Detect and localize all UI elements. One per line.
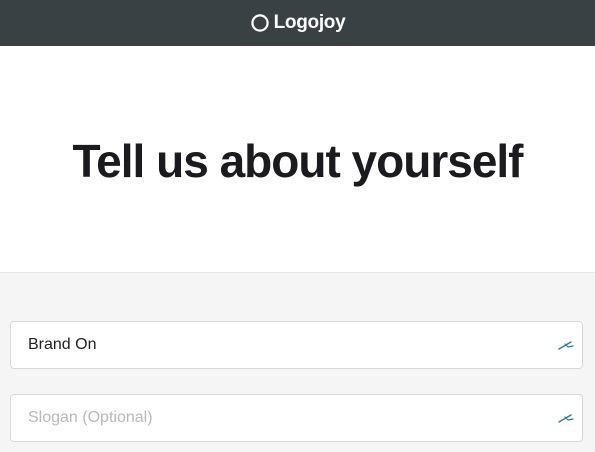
slogan-input[interactable]	[11, 395, 556, 441]
company-name-field[interactable]	[10, 321, 583, 369]
slogan-field[interactable]	[10, 394, 583, 442]
logo-ring-icon	[250, 14, 269, 32]
hero-section: Tell us about yourself	[0, 46, 595, 273]
pen-nib-icon	[558, 341, 574, 350]
pen-nib-icon	[558, 414, 574, 423]
page-title: Tell us about yourself	[72, 135, 524, 187]
top-bar: Logojoy	[0, 0, 595, 46]
logo-text: Logojoy	[273, 12, 346, 33]
company-name-input[interactable]	[11, 322, 556, 368]
logo[interactable]: Logojoy	[250, 12, 346, 34]
